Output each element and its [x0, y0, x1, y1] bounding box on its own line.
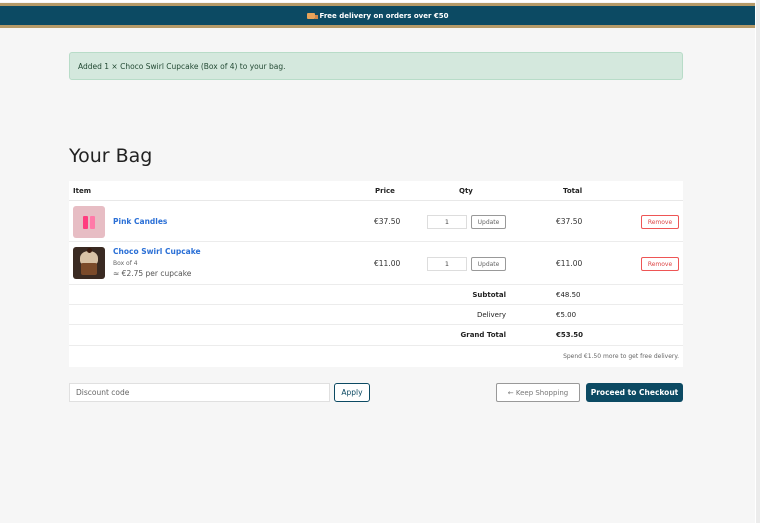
product-link-choco-swirl-cupcake[interactable]: Choco Swirl Cupcake [113, 247, 201, 256]
product-link-pink-candles[interactable]: Pink Candles [113, 217, 167, 226]
per-unit-price: ≈ €2.75 per cupcake [113, 269, 192, 278]
scrollbar[interactable] [755, 0, 761, 523]
subtotal-row: Subtotal €48.50 [69, 285, 683, 305]
cupcake-base [81, 263, 97, 275]
candle-icon [90, 215, 95, 229]
grand-total-label: Grand Total [460, 331, 506, 339]
table-row: Pink Candles €37.50 Update €37.50 Remove [69, 202, 683, 242]
header-total: Total [563, 187, 583, 195]
quantity-input[interactable] [427, 215, 467, 229]
delivery-value: €5.00 [556, 311, 577, 319]
grand-total-value: €53.50 [556, 331, 584, 339]
item-total: €11.00 [556, 259, 583, 268]
top-border [0, 0, 755, 2]
item-price: €37.50 [374, 217, 401, 226]
cart-table: Item Price Qty Total Pink Candles €37.50… [69, 181, 683, 367]
page-title: Your Bag [69, 145, 153, 167]
cupcake-topping [87, 248, 92, 253]
alert-text: Added 1 × Choco Swirl Cupcake (Box of 4)… [78, 61, 286, 71]
header-price: Price [375, 187, 395, 195]
promo-bar: Free delivery on orders over €50 [0, 3, 755, 28]
success-alert: Added 1 × Choco Swirl Cupcake (Box of 4)… [69, 52, 683, 80]
table-row: Choco Swirl Cupcake Box of 4 ≈ €2.75 per… [69, 242, 683, 285]
delivery-row: Delivery €5.00 [69, 305, 683, 325]
update-button[interactable]: Update [471, 257, 506, 271]
candle-icon [83, 215, 88, 229]
header-item: Item [73, 187, 91, 195]
grand-total-row: Grand Total €53.50 [69, 325, 683, 346]
promo-text: Free delivery on orders over €50 [319, 11, 449, 20]
update-button[interactable]: Update [471, 215, 506, 229]
table-header: Item Price Qty Total [69, 181, 683, 201]
subtotal-value: €48.50 [556, 291, 581, 299]
subtotal-label: Subtotal [472, 291, 506, 299]
product-image-pink-candles[interactable] [73, 206, 105, 238]
item-price: €11.00 [374, 259, 401, 268]
keep-shopping-button[interactable]: ← Keep Shopping [496, 383, 580, 402]
truck-icon [306, 12, 318, 19]
checkout-button[interactable]: Proceed to Checkout [586, 383, 683, 402]
remove-button[interactable]: Remove [641, 257, 679, 271]
quantity-input[interactable] [427, 257, 467, 271]
item-total: €37.50 [556, 217, 583, 226]
scrollbar-thumb[interactable] [756, 0, 760, 523]
remove-button[interactable]: Remove [641, 215, 679, 229]
header-qty: Qty [459, 187, 473, 195]
product-image-choco-swirl-cupcake[interactable] [73, 247, 105, 279]
discount-code-input[interactable] [69, 383, 330, 402]
apply-button[interactable]: Apply [334, 383, 370, 402]
delivery-label: Delivery [476, 311, 506, 319]
free-delivery-hint: Spend €1.50 more to get free delivery. [563, 353, 679, 360]
product-variant: Box of 4 [113, 260, 138, 267]
